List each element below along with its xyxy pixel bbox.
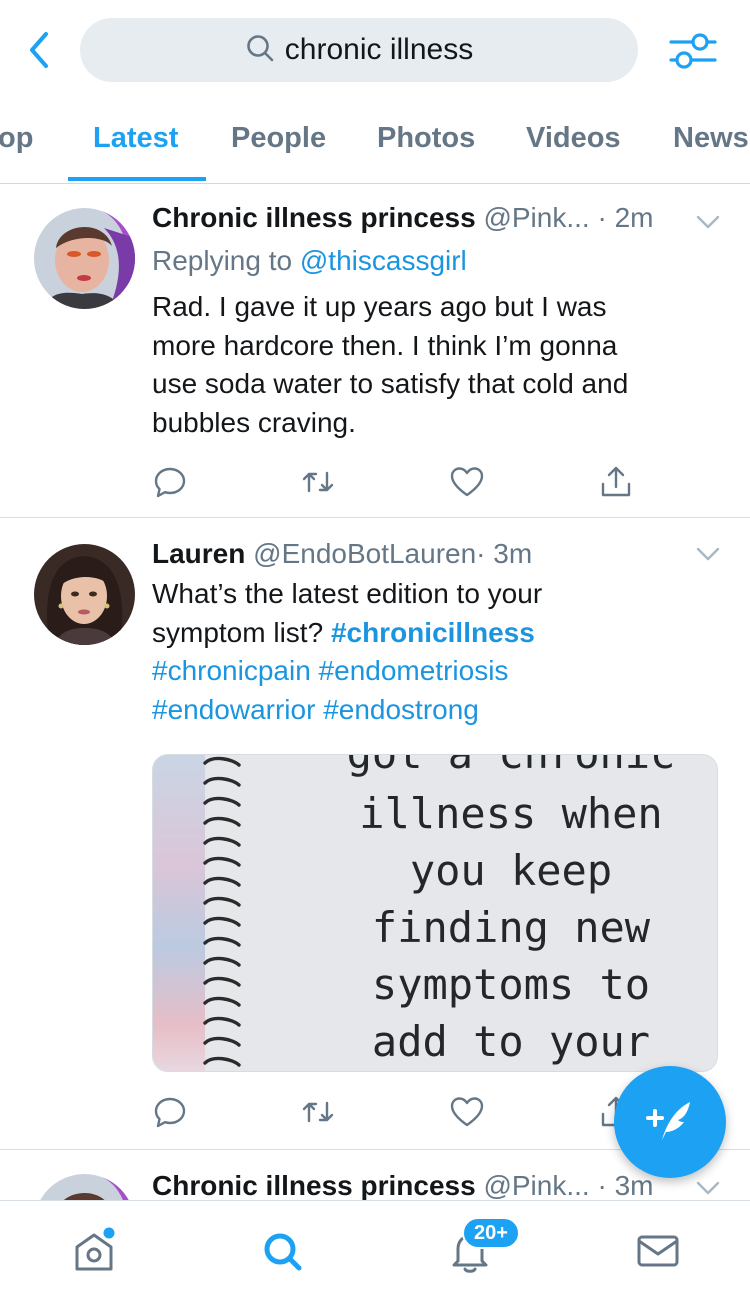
tab-photos[interactable]: Photos: [377, 122, 475, 155]
filter-sliders-icon[interactable]: [668, 28, 718, 74]
compose-feather-icon: [642, 1092, 698, 1153]
tab-people[interactable]: People: [231, 122, 326, 155]
back-chevron-icon[interactable]: [22, 28, 58, 72]
messages-envelope-icon[interactable]: [636, 1227, 680, 1275]
replying-to: Replying to @thiscassgirl: [152, 242, 467, 281]
hashtag-link[interactable]: #chronicillness: [331, 617, 535, 648]
compose-tweet-button[interactable]: [614, 1066, 726, 1178]
avatar[interactable]: [34, 544, 135, 645]
tweet[interactable]: Chronic illness princess @Pink... · 2m R…: [0, 184, 750, 518]
like-icon[interactable]: [449, 1094, 485, 1130]
retweet-icon[interactable]: [300, 1094, 336, 1130]
tweet-text-line: Rad. I gave it up years ago but I was: [152, 291, 607, 322]
tweet-time: · 3m: [476, 538, 533, 569]
tab-top[interactable]: op: [0, 122, 33, 155]
chevron-down-icon[interactable]: [696, 214, 720, 230]
tab-news[interactable]: News: [673, 122, 749, 155]
notification-count-badge: 20+: [462, 1217, 520, 1249]
chevron-down-icon[interactable]: [696, 546, 720, 562]
image-text-line: you keep: [409, 846, 613, 895]
explore-search-icon[interactable]: [260, 1227, 304, 1275]
hashtag-links[interactable]: #chronicpain #endometriosis: [152, 652, 508, 691]
chevron-down-icon[interactable]: [696, 1180, 720, 1196]
reply-mention-link[interactable]: @thiscassgirl: [300, 245, 467, 276]
image-text-line: illness when: [359, 789, 663, 838]
home-icon[interactable]: [72, 1227, 116, 1275]
search-field[interactable]: chronic illness: [80, 18, 638, 82]
share-icon[interactable]: [598, 464, 634, 500]
image-text-line: add to your: [371, 1017, 651, 1066]
author-name[interactable]: Chronic illness princess: [152, 202, 476, 233]
avatar[interactable]: [34, 1174, 135, 1200]
bottom-tab-bar: 20+: [0, 1200, 750, 1300]
avatar[interactable]: [34, 208, 135, 309]
tweet-header: Lauren @EndoBotLauren· 3m: [152, 538, 532, 570]
search-query[interactable]: chronic illness: [285, 33, 473, 67]
author-name[interactable]: Lauren: [152, 538, 245, 569]
author-handle[interactable]: @Pink...: [483, 1170, 589, 1200]
tab-videos[interactable]: Videos: [526, 122, 621, 155]
tweet-header: Chronic illness princess @Pink... · 2m: [152, 202, 653, 234]
tweet-text-line: more hardcore then. I think I’m gonna: [152, 329, 618, 361]
image-text-line: finding new: [371, 903, 651, 952]
author-handle[interactable]: @Pink...: [483, 202, 589, 233]
hashtag-links[interactable]: #endowarrior #endostrong: [152, 691, 479, 730]
tweet-text-line: bubbles craving.: [152, 406, 356, 438]
reply-icon[interactable]: [152, 1094, 188, 1130]
tab-latest[interactable]: Latest: [93, 122, 178, 155]
tweet-text-line: What’s the latest edition to your: [152, 578, 543, 609]
retweet-icon[interactable]: [300, 464, 336, 500]
tweet-text-fragment: symptom list?: [152, 616, 324, 648]
author-handle[interactable]: @EndoBotLauren: [253, 538, 476, 569]
search-tabs: op Latest People Photos Videos News: [0, 100, 750, 184]
like-icon[interactable]: [449, 464, 485, 500]
tweet-text-line: use soda water to satisfy that cold and: [152, 368, 629, 399]
tweet-header: Chronic illness princess @Pink... · 3m: [152, 1170, 653, 1200]
search-icon: [245, 33, 275, 68]
active-tab-indicator: [68, 177, 206, 181]
author-name[interactable]: Chronic illness princess: [152, 1170, 476, 1200]
header: chronic illness: [0, 0, 750, 100]
tweet-time: · 2m: [597, 202, 654, 233]
tweet-image[interactable]: got a chronic illness when you keep find…: [152, 754, 718, 1072]
tweet-text-line: symptom list? #chronicillness: [152, 614, 535, 653]
replying-prefix: Replying to: [152, 245, 293, 276]
tweet-time: · 3m: [597, 1170, 654, 1200]
image-text-line: symptoms to: [371, 960, 651, 1009]
reply-icon[interactable]: [152, 464, 188, 500]
image-text-line: got a chronic: [153, 755, 717, 778]
